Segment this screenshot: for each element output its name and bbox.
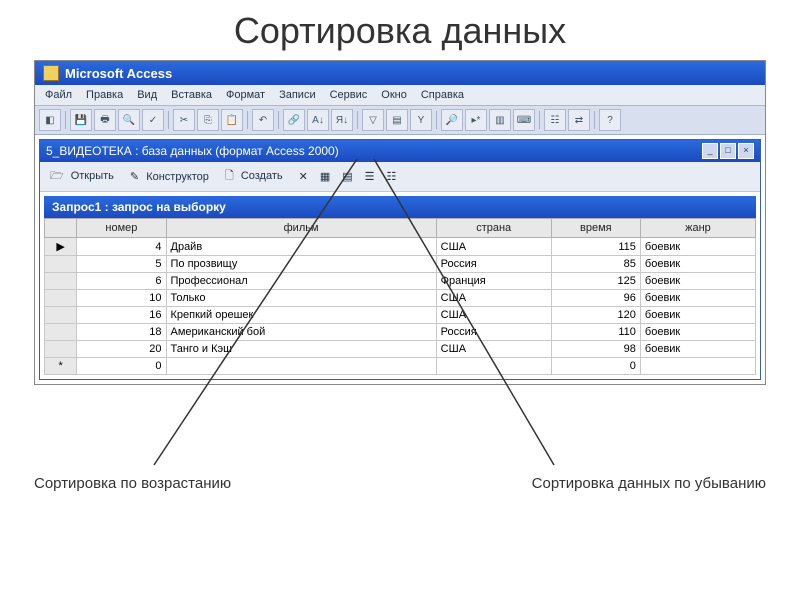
menu-help[interactable]: Справка <box>415 87 470 103</box>
menu-window[interactable]: Окно <box>375 87 413 103</box>
sort-asc-icon[interactable]: A↓ <box>307 109 329 131</box>
toolbar-sep <box>436 111 437 129</box>
link-icon[interactable]: 🔗 <box>283 109 305 131</box>
filter-sel-icon[interactable]: ▽ <box>362 109 384 131</box>
toolbar-sep <box>539 111 540 129</box>
filter-form-icon[interactable]: ▤ <box>386 109 408 131</box>
app-titlebar: Microsoft Access <box>35 61 765 85</box>
undo-icon[interactable]: ↶ <box>252 109 274 131</box>
save-icon[interactable]: 💾 <box>70 109 92 131</box>
cut-icon[interactable]: ✂ <box>173 109 195 131</box>
toolbar-sep <box>65 111 66 129</box>
access-key-icon <box>43 65 59 81</box>
menu-edit[interactable]: Правка <box>80 87 129 103</box>
copy-icon[interactable]: ⎘ <box>197 109 219 131</box>
code-icon[interactable]: ⌨ <box>513 109 535 131</box>
menu-insert[interactable]: Вставка <box>165 87 218 103</box>
toolbar-sep <box>357 111 358 129</box>
slide-title: Сортировка данных <box>0 0 800 60</box>
app-title: Microsoft Access <box>65 66 172 81</box>
filter-toggle-icon[interactable]: Y <box>410 109 432 131</box>
toolbar-sep <box>247 111 248 129</box>
paste-icon[interactable]: 📋 <box>221 109 243 131</box>
menu-tools[interactable]: Сервис <box>324 87 374 103</box>
menu-view[interactable]: Вид <box>131 87 163 103</box>
print-icon[interactable]: 🖶 <box>94 109 116 131</box>
label-sort-desc: Сортировка данных по убыванию <box>532 475 766 492</box>
view-icon[interactable]: ◧ <box>39 109 61 131</box>
find-icon[interactable]: 🔎 <box>441 109 463 131</box>
preview-icon[interactable]: 🔍 <box>118 109 140 131</box>
menu-records[interactable]: Записи <box>273 87 322 103</box>
label-sort-asc: Сортировка по возрастанию <box>34 475 231 492</box>
menu-bar: Файл Правка Вид Вставка Формат Записи Се… <box>35 85 765 106</box>
menu-format[interactable]: Формат <box>220 87 271 103</box>
new-icon[interactable]: ▸* <box>465 109 487 131</box>
callout-labels: Сортировка по возрастанию Сортировка дан… <box>34 475 766 492</box>
toolbar-sep <box>594 111 595 129</box>
dbwin-icon[interactable]: ▥ <box>489 109 511 131</box>
menu-file[interactable]: Файл <box>39 87 78 103</box>
spell-icon[interactable]: ✓ <box>142 109 164 131</box>
toolbar-sep <box>278 111 279 129</box>
sort-desc-icon[interactable]: Я↓ <box>331 109 353 131</box>
toolbar-sep <box>168 111 169 129</box>
rel-icon[interactable]: ⇄ <box>568 109 590 131</box>
props-icon[interactable]: ☷ <box>544 109 566 131</box>
main-toolbar: ◧ 💾 🖶 🔍 ✓ ✂ ⎘ 📋 ↶ 🔗 A↓ Я↓ ▽ ▤ Y 🔎 ▸* ▥ ⌨… <box>35 106 765 135</box>
help-icon[interactable]: ? <box>599 109 621 131</box>
